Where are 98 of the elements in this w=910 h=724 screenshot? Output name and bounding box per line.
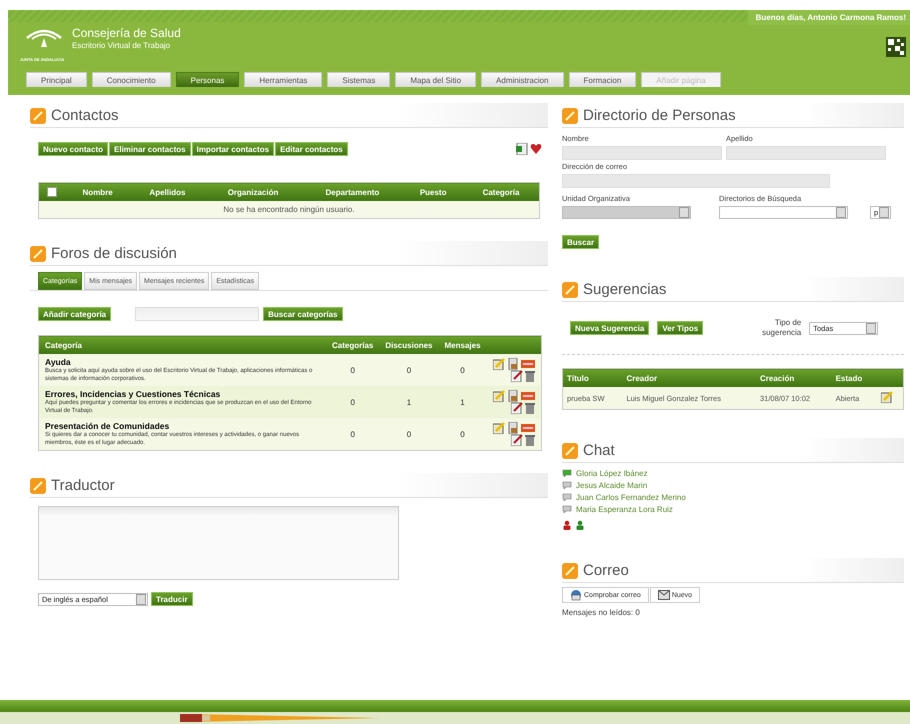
- column-header: Categoría: [463, 182, 540, 201]
- nav-tab[interactable]: Mapa del Sitio: [395, 72, 476, 87]
- nav-tab[interactable]: Conocimiento: [92, 72, 171, 87]
- action-button[interactable]: Eliminar contactos: [109, 142, 191, 156]
- note-edit-icon[interactable]: [510, 402, 523, 414]
- category-title[interactable]: Presentación de Comunidades: [45, 421, 320, 431]
- chat-user-link[interactable]: Juan Carlos Fernandez Merino: [576, 492, 686, 502]
- action-button[interactable]: Nuevo contacto: [38, 142, 108, 156]
- section-title: Contactos: [51, 107, 119, 124]
- chat-user-link[interactable]: Gloria López Ibánez: [576, 468, 648, 478]
- column-header: Categoría: [38, 336, 326, 354]
- chat-user-link[interactable]: Maria Esperanza Lora Ruiz: [576, 504, 673, 514]
- select-field[interactable]: [719, 206, 848, 219]
- table-cell: 0: [438, 354, 487, 386]
- action-button[interactable]: Ver Tipos: [657, 321, 704, 335]
- table-cell: 0: [326, 386, 380, 418]
- envelope-icon: [658, 590, 670, 600]
- column-header: Nombre: [65, 182, 130, 201]
- unread-count: Mensajes no leídos: 0: [562, 608, 641, 617]
- translate-button[interactable]: Traducir: [151, 592, 193, 606]
- input-field[interactable]: [562, 146, 722, 160]
- pencil-icon: [562, 282, 578, 298]
- nav-tab[interactable]: Administracion: [481, 72, 564, 87]
- column-header: Categorías: [326, 336, 380, 354]
- edit-icon[interactable]: [492, 422, 505, 434]
- rss-icon[interactable]: [520, 360, 535, 368]
- note-edit-icon[interactable]: [510, 434, 523, 446]
- section-title: Traductor: [51, 477, 115, 494]
- edit-icon[interactable]: [492, 390, 505, 402]
- rss-icon[interactable]: [520, 392, 535, 400]
- pencil-icon: [30, 108, 46, 124]
- document-icon[interactable]: [506, 358, 519, 370]
- section-title: Correo: [583, 562, 629, 579]
- nav-tab[interactable]: Sistemas: [327, 72, 390, 87]
- edit-icon[interactable]: [492, 358, 505, 370]
- table-cell: 0: [379, 354, 438, 386]
- document-icon[interactable]: [506, 422, 519, 434]
- column-header: Título: [562, 368, 622, 387]
- search-field[interactable]: [135, 307, 260, 321]
- column-header: Estado: [832, 368, 877, 387]
- heart-icon[interactable]: [530, 143, 542, 155]
- table-cell: 0: [438, 418, 487, 450]
- section-title: Directorio de Personas: [583, 107, 736, 124]
- table-cell: 0: [326, 354, 380, 386]
- pencil-icon: [562, 442, 578, 458]
- action-button[interactable]: Editar contactos: [275, 142, 348, 156]
- globe-icon: [570, 589, 582, 601]
- section-title: Chat: [583, 442, 615, 459]
- spreadsheet-icon[interactable]: [516, 143, 528, 155]
- pencil-icon: [30, 478, 46, 494]
- greeting-text: Buenos días, Antonio Carmona Ramos!: [748, 10, 910, 25]
- table-cell: 0: [326, 418, 380, 450]
- pencil-icon: [562, 562, 578, 578]
- column-header: Departamento: [302, 182, 404, 201]
- input-field[interactable]: [726, 146, 886, 160]
- document-icon[interactable]: [506, 390, 519, 402]
- trash-icon[interactable]: [524, 402, 535, 414]
- add-category-button[interactable]: Añadir categoría: [38, 307, 112, 321]
- column-header: Mensajes: [438, 336, 487, 354]
- action-button[interactable]: Importar contactos: [192, 142, 274, 156]
- nav-tab[interactable]: Herramientas: [244, 72, 322, 87]
- edit-icon[interactable]: [880, 391, 893, 403]
- filter-label: Tipo de sugerencia: [761, 318, 802, 338]
- section-title: Sugerencias: [583, 281, 666, 298]
- column-header: Apellidos: [130, 182, 205, 201]
- column-header: Puesto: [403, 182, 464, 201]
- pencil-icon: [562, 108, 578, 124]
- column-header: Organización: [204, 182, 302, 201]
- grid-icon: [886, 37, 906, 57]
- nav-tab[interactable]: Personas: [176, 72, 240, 87]
- nav-tab[interactable]: Formacion: [568, 72, 636, 87]
- chat-user-link[interactable]: Jesus Alcaide Marin: [576, 480, 648, 490]
- search-button[interactable]: Buscar: [562, 235, 600, 249]
- search-categories-button[interactable]: Buscar categorías: [263, 307, 343, 321]
- trash-icon[interactable]: [524, 434, 535, 446]
- select-all-checkbox[interactable]: [47, 187, 57, 197]
- person-icon[interactable]: [575, 520, 585, 530]
- table-cell: 0: [379, 418, 438, 450]
- site-title: Consejería de Salud: [72, 26, 181, 40]
- table-cell: 1: [379, 386, 438, 418]
- input-field[interactable]: [562, 174, 830, 188]
- table-cell: 1: [438, 386, 487, 418]
- column-header: Creación: [756, 368, 832, 387]
- category-title[interactable]: Ayuda: [45, 357, 320, 367]
- section-title: Foros de discusión: [51, 245, 177, 262]
- action-button[interactable]: Nueva Sugerencia: [570, 321, 650, 335]
- note-edit-icon[interactable]: [510, 370, 523, 382]
- empty-message: No se ha encontrado ningún usuario.: [38, 201, 540, 218]
- pencil-icon: [30, 246, 46, 262]
- person-icon[interactable]: [562, 520, 572, 530]
- category-title[interactable]: Errores, Incidencias y Cuestiones Técnicas: [45, 389, 320, 399]
- trash-icon[interactable]: [524, 370, 535, 382]
- select-field[interactable]: [562, 206, 691, 219]
- site-subtitle: Escritorio Virtual de Trabajo: [72, 41, 172, 50]
- column-header: Creador: [622, 368, 756, 387]
- nav-tab[interactable]: Principal: [26, 72, 87, 87]
- rss-icon[interactable]: [520, 424, 535, 432]
- column-header: Discusiones: [379, 336, 438, 354]
